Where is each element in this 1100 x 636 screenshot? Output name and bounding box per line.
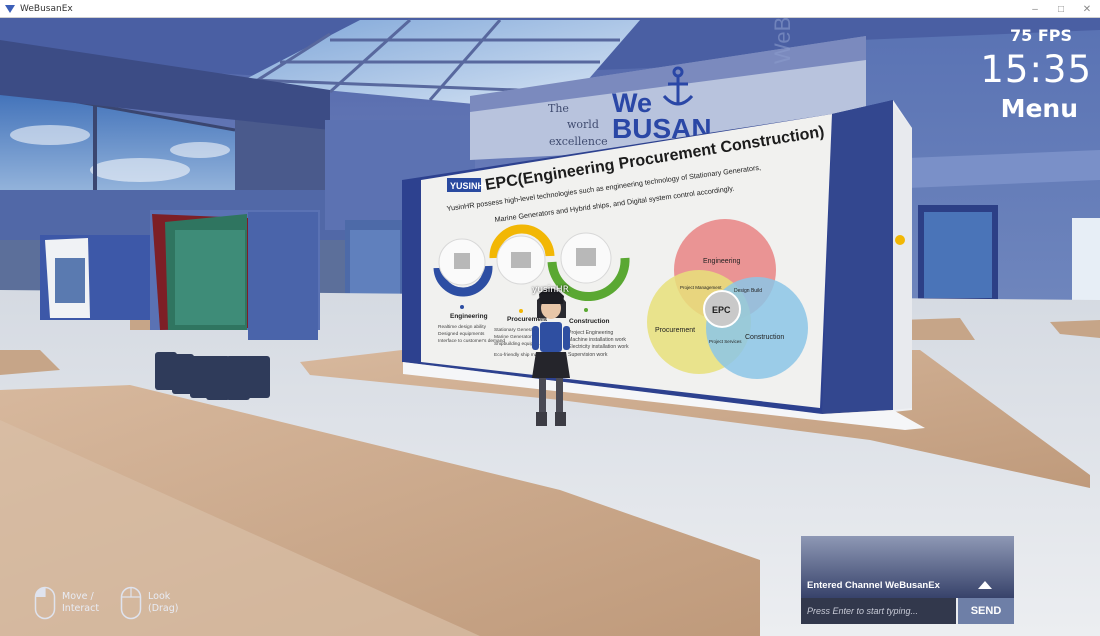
banner-side-text: WeBusanEx [770, 18, 795, 64]
stage-construction-item-3: Electricity installation work [568, 344, 629, 350]
stage-construction-item-4: Supervision work [568, 352, 608, 358]
banner-tagline-2: world [567, 118, 599, 131]
player-nametag: yusinHR [532, 285, 569, 295]
maximize-icon[interactable]: □ [1048, 0, 1074, 18]
move-interact-hint: Move / Interact [34, 586, 99, 620]
stage-engineering-item-1: Realtime design ability [438, 324, 487, 330]
venn-overlap-3: Project Services [709, 339, 742, 344]
title-bar: WeBusanEx – □ ✕ [0, 0, 1100, 18]
look-drag-hint: Look (Drag) [120, 586, 179, 620]
stage-procurement-item-2: Marine Generator [494, 334, 532, 340]
chat-input[interactable] [801, 598, 956, 624]
minimize-icon[interactable]: – [1022, 0, 1048, 18]
clock: 15:35 [980, 48, 1092, 91]
stage-construction-item-1: Project Engineering [568, 330, 613, 336]
banner-tagline-1: The [548, 102, 569, 115]
app-logo-icon [5, 4, 15, 13]
menu-button[interactable]: Menu [1001, 94, 1078, 123]
mouse-right-drag-icon [120, 586, 142, 620]
close-icon[interactable]: ✕ [1074, 0, 1100, 18]
move-hint-line2: Interact [62, 603, 100, 614]
look-hint-line1: Look [148, 591, 171, 602]
stage-construction-item-2: Machine installation work [568, 337, 626, 343]
mouse-left-click-icon [34, 586, 56, 620]
chat-panel: Entered Channel WeBusanEx SEND [801, 536, 1014, 626]
game-window: WeBusanEx – □ ✕ The world excellence We … [0, 0, 1100, 636]
venn-center: EPC [712, 305, 731, 315]
look-hint-line2: (Drag) [148, 603, 179, 614]
fps-counter: 75 FPS [1009, 26, 1072, 45]
banner-tagline-3: excellence [549, 135, 608, 148]
window-controls: – □ ✕ [1022, 0, 1100, 18]
stage-engineering-label: Engineering [450, 313, 488, 320]
stage-engineering-item-2: Designed equipments [438, 331, 485, 337]
chat-message: Entered Channel WeBusanEx [807, 580, 940, 591]
chevron-up-icon[interactable] [977, 580, 993, 590]
send-button[interactable]: SEND [958, 598, 1014, 624]
venn-construction: Construction [745, 334, 784, 341]
stage-construction-label: Construction [569, 318, 609, 325]
move-hint-line1: Move / [62, 591, 94, 602]
venn-engineering: Engineering [703, 258, 740, 265]
venn-overlap-2: Design Build [734, 288, 762, 294]
venn-procurement: Procurement [655, 327, 695, 334]
window-title: WeBusanEx [20, 3, 73, 14]
venn-overlap-1: Project Management [680, 285, 722, 290]
